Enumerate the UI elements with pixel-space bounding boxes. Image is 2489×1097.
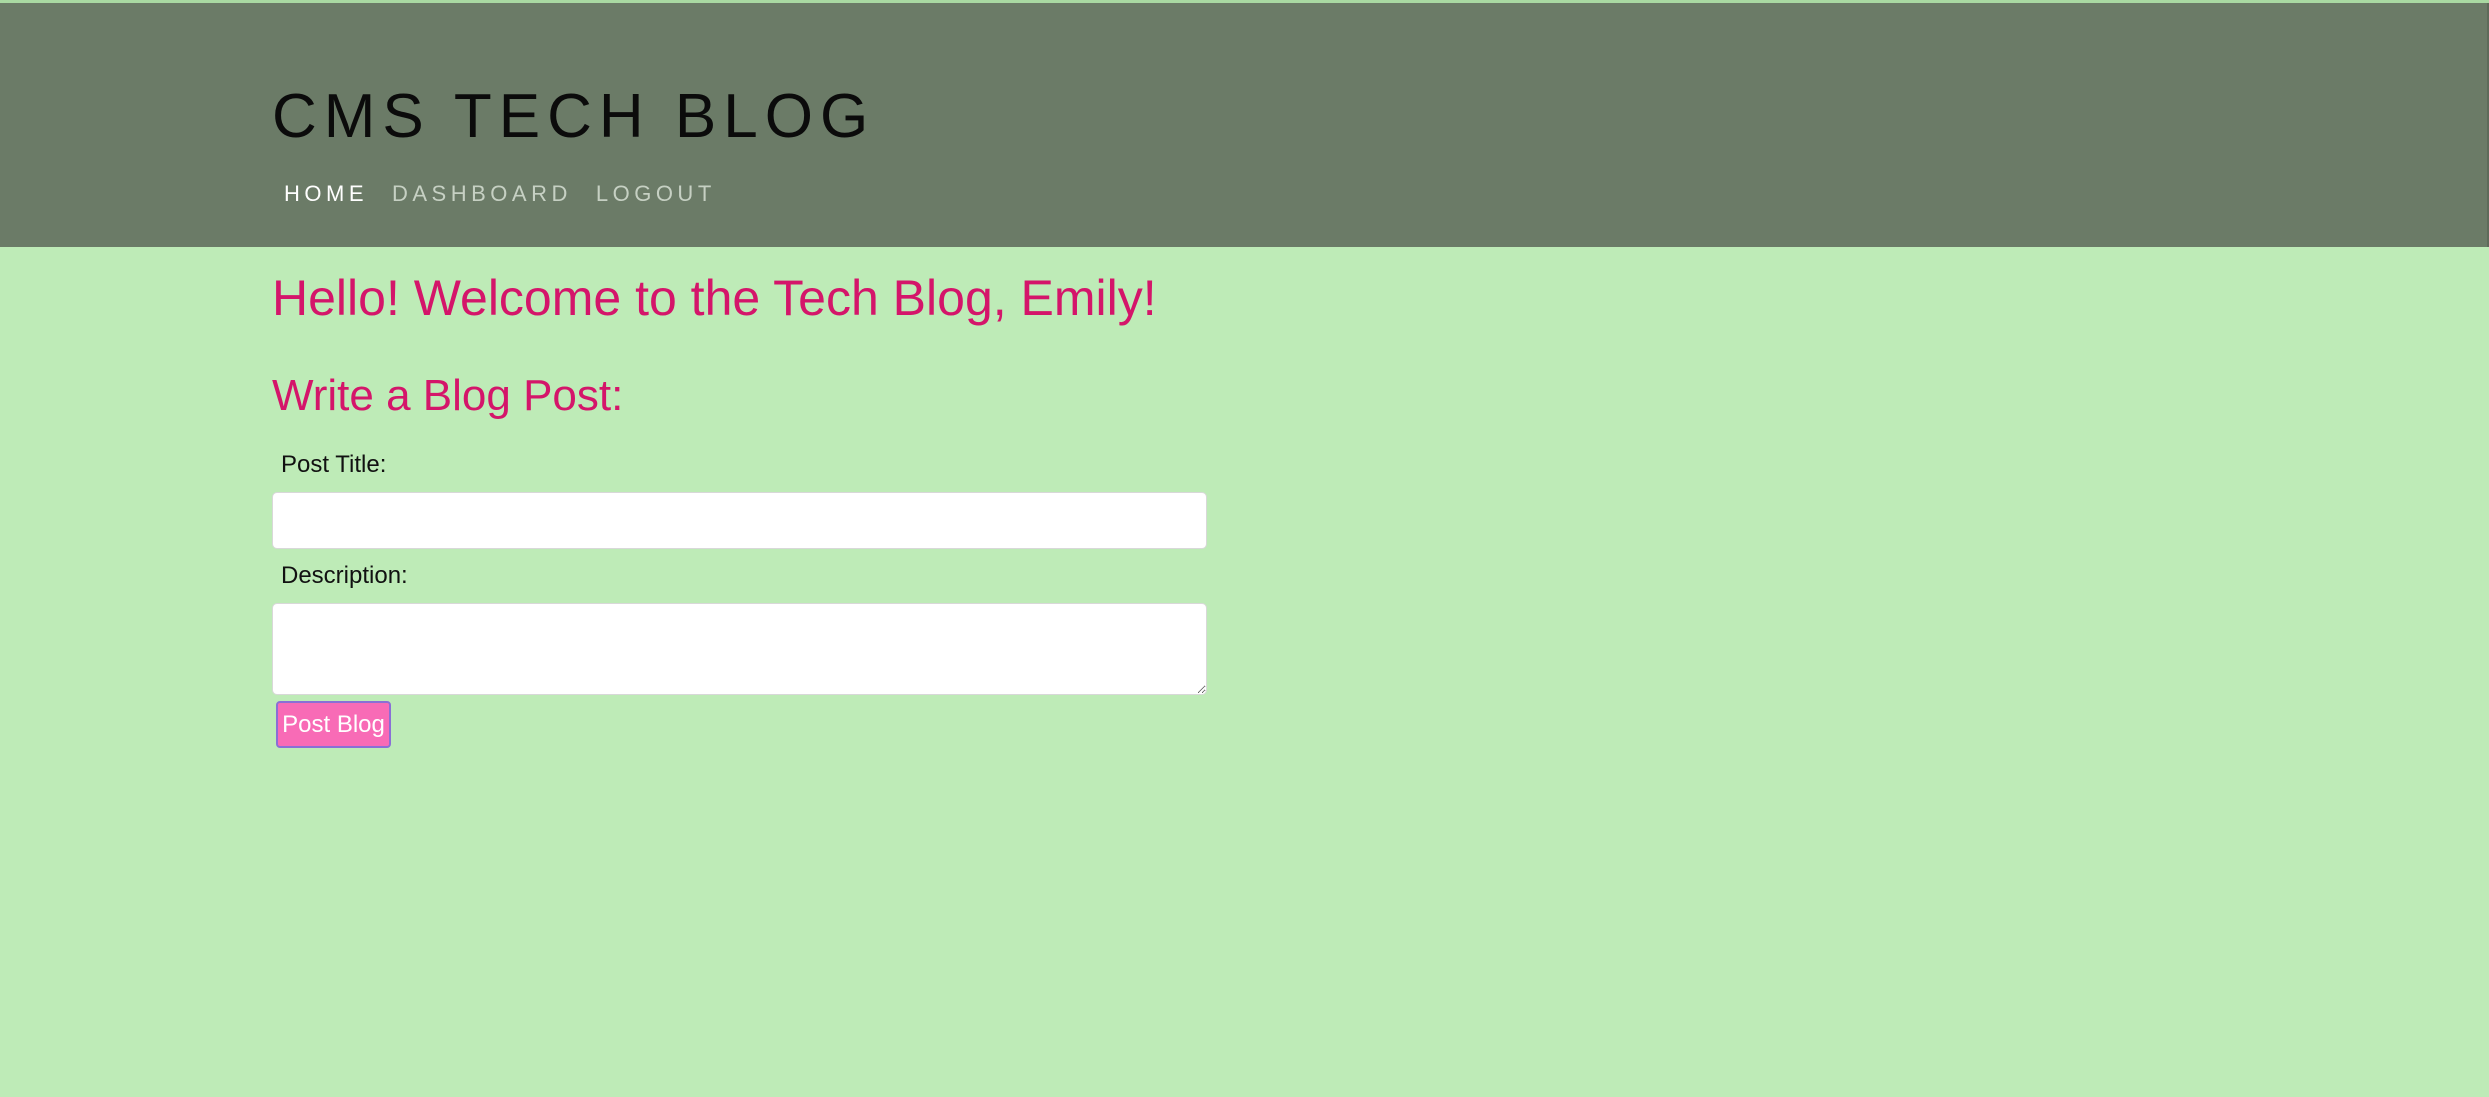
main-nav: HOME DASHBOARD LOGOUT — [272, 175, 728, 213]
site-title: CMS TECH BLOG — [272, 82, 876, 151]
description-label: Description: — [281, 562, 408, 589]
post-title-label: Post Title: — [281, 451, 387, 478]
post-blog-button[interactable]: Post Blog — [276, 701, 391, 748]
site-header: CMS TECH BLOG HOME DASHBOARD LOGOUT — [0, 3, 2489, 247]
post-title-input[interactable] — [272, 492, 1207, 549]
welcome-heading: Hello! Welcome to the Tech Blog, Emily! — [272, 270, 1157, 326]
nav-logout-link[interactable]: LOGOUT — [584, 175, 728, 213]
nav-dashboard-link[interactable]: DASHBOARD — [380, 175, 584, 213]
form-heading: Write a Blog Post: — [272, 371, 624, 420]
nav-home-link[interactable]: HOME — [272, 175, 380, 213]
description-textarea[interactable] — [272, 603, 1207, 695]
